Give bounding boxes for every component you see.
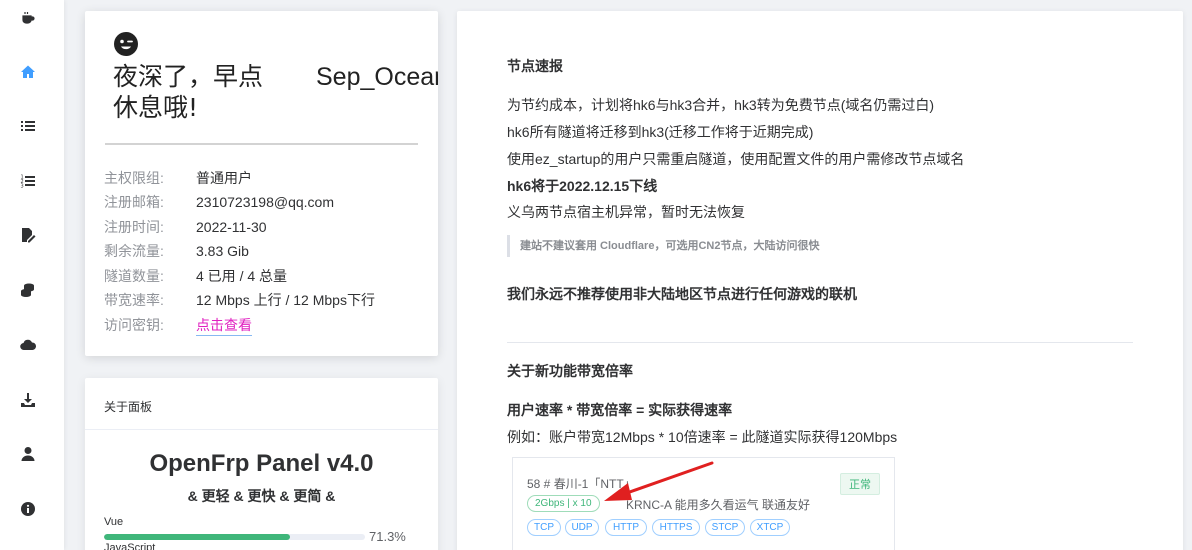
node-description: KRNC-A 能用多久看运气 联通友好: [626, 498, 811, 512]
notice-line: 为节约成本，计划将hk6与hk3合并，hk3转为免费节点(域名仍需过白): [507, 97, 935, 113]
info-label: 隧道数量:: [104, 268, 164, 284]
info-label: 注册时间:: [104, 219, 164, 235]
divider: [507, 342, 1133, 343]
lang-progress-vue: [104, 534, 365, 540]
bandwidth-tag: 2Gbps | x 10: [527, 495, 600, 512]
notice-line: hk6所有隧道将迁移到hk3(迁移工作将于近期完成): [507, 124, 814, 140]
info-label: 带宽速率:: [104, 292, 164, 308]
info-value: 普通用户: [196, 170, 252, 186]
sidebar-item-user[interactable]: [0, 432, 56, 476]
notice-quote: 建站不建议套用 Cloudflare，可选用CN2节点，大陆访问很快: [507, 235, 819, 257]
notice-warning: 我们永远不推荐使用非大陆地区节点进行任何游戏的联机: [507, 286, 857, 302]
sidebar-item-info[interactable]: [0, 487, 56, 531]
user-icon: [21, 447, 35, 461]
info-row-bandwidth: 带宽速率: 12 Mbps 上行 / 12 Mbps下行: [104, 290, 424, 310]
info-icon: [21, 502, 35, 516]
protocol-tag: STCP: [705, 519, 745, 536]
about-panel-card: 关于面板 OpenFrp Panel v4.0 & 更轻 & 更快 & 更简 &…: [85, 378, 438, 550]
edit-file-icon: [22, 228, 36, 243]
show-access-key-link[interactable]: 点击查看: [196, 315, 252, 336]
lang-progress-fill: [104, 534, 291, 540]
info-row-register-date: 注册时间: 2022-11-30: [104, 217, 424, 237]
notice-line: 使用ez_startup的用户只需重启隧道，使用配置文件的用户需修改节点域名: [507, 151, 965, 167]
user-info-card: 夜深了，早点休息哦! Sep_Ocean 主权限组: 普通用户 注册邮箱: 23…: [85, 11, 438, 356]
info-value: 3.83 Gib: [196, 243, 249, 259]
list-icon: [21, 121, 35, 131]
username: Sep_Ocean: [316, 63, 438, 91]
notice-bold-line: hk6将于2022.12.15下线: [507, 178, 658, 194]
sidebar-item-edit-file[interactable]: [0, 213, 56, 257]
sidebar-item-cloud[interactable]: [0, 323, 56, 367]
lang-percent-vue: 71.3%: [369, 529, 406, 544]
home-icon: [21, 65, 35, 78]
coins-icon: [21, 283, 34, 297]
about-card-header: 关于面板: [85, 378, 438, 430]
sidebar-item-download[interactable]: [0, 378, 56, 422]
notice-formula: 用户速率 * 带宽倍率 = 实际获得速率: [507, 402, 733, 418]
node-example-image: 58 # 春川-1「NTT」 正常 2Gbps | x 10 KRNC-A 能用…: [512, 457, 895, 550]
info-label: 剩余流量:: [104, 243, 164, 259]
sidebar-item-ordered-list[interactable]: 123: [0, 159, 56, 203]
sidebar-item-list[interactable]: [0, 104, 56, 148]
info-row-group: 主权限组: 普通用户: [104, 168, 424, 188]
svg-text:3: 3: [21, 184, 24, 190]
notice-example: 例如：账户带宽12Mbps * 10倍速率 = 此隧道实际获得120Mbps: [507, 429, 898, 445]
lang-label-javascript: JavaScript: [104, 542, 156, 550]
protocol-tag: HTTPS: [652, 519, 700, 536]
protocol-tag: UDP: [565, 519, 599, 536]
panel-version-title: OpenFrp Panel v4.0: [149, 450, 374, 477]
about-card-title: 关于面板: [104, 400, 153, 414]
protocol-tag: HTTP: [605, 519, 647, 536]
lang-label-vue: Vue: [104, 516, 124, 528]
cloud-icon: [20, 339, 36, 351]
info-value: 2022-11-30: [196, 219, 267, 235]
coffee-icon: [22, 12, 35, 24]
greeting-text: 夜深了，早点休息哦!: [113, 62, 264, 122]
status-badge: 正常: [840, 473, 880, 495]
winking-face-icon: [114, 32, 138, 56]
notice-card: 节点速报 为节约成本，计划将hk6与hk3合并，hk3转为免费节点(域名仍需过白…: [457, 11, 1183, 550]
info-label: 注册邮箱:: [104, 194, 164, 210]
sidebar-item-home[interactable]: [0, 50, 56, 94]
panel-slogan: & 更轻 & 更快 & 更简 &: [187, 488, 336, 504]
info-value: 2310723198@qq.com: [196, 194, 334, 210]
info-label: 访问密钥:: [104, 317, 164, 333]
info-row-traffic: 剩余流量: 3.83 Gib: [104, 241, 424, 261]
sidebar: 123: [0, 0, 64, 550]
divider: [105, 143, 418, 145]
notice-line: 义乌两节点宿主机异常，暂时无法恢复: [507, 204, 745, 220]
sidebar-item-coffee[interactable]: [0, 0, 56, 40]
ordered-list-icon: 123: [21, 175, 35, 190]
info-row-email: 注册邮箱: 2310723198@qq.com: [104, 192, 424, 212]
protocol-tag: XTCP: [750, 519, 790, 536]
protocol-tag: TCP: [527, 519, 561, 536]
info-row-access-key: 访问密钥: 点击查看: [104, 315, 424, 336]
sidebar-item-coins[interactable]: [0, 268, 56, 312]
info-row-tunnels: 隧道数量: 4 已用 / 4 总量: [104, 266, 424, 286]
info-label: 主权限组:: [104, 170, 164, 186]
node-name: 58 # 春川-1「NTT」: [527, 477, 636, 491]
info-value: 12 Mbps 上行 / 12 Mbps下行: [196, 292, 375, 308]
info-value: 4 已用 / 4 总量: [196, 268, 288, 284]
download-icon: [21, 393, 35, 407]
notice-title-node-report: 节点速报: [507, 58, 563, 74]
notice-title-bandwidth: 关于新功能带宽倍率: [507, 363, 633, 379]
